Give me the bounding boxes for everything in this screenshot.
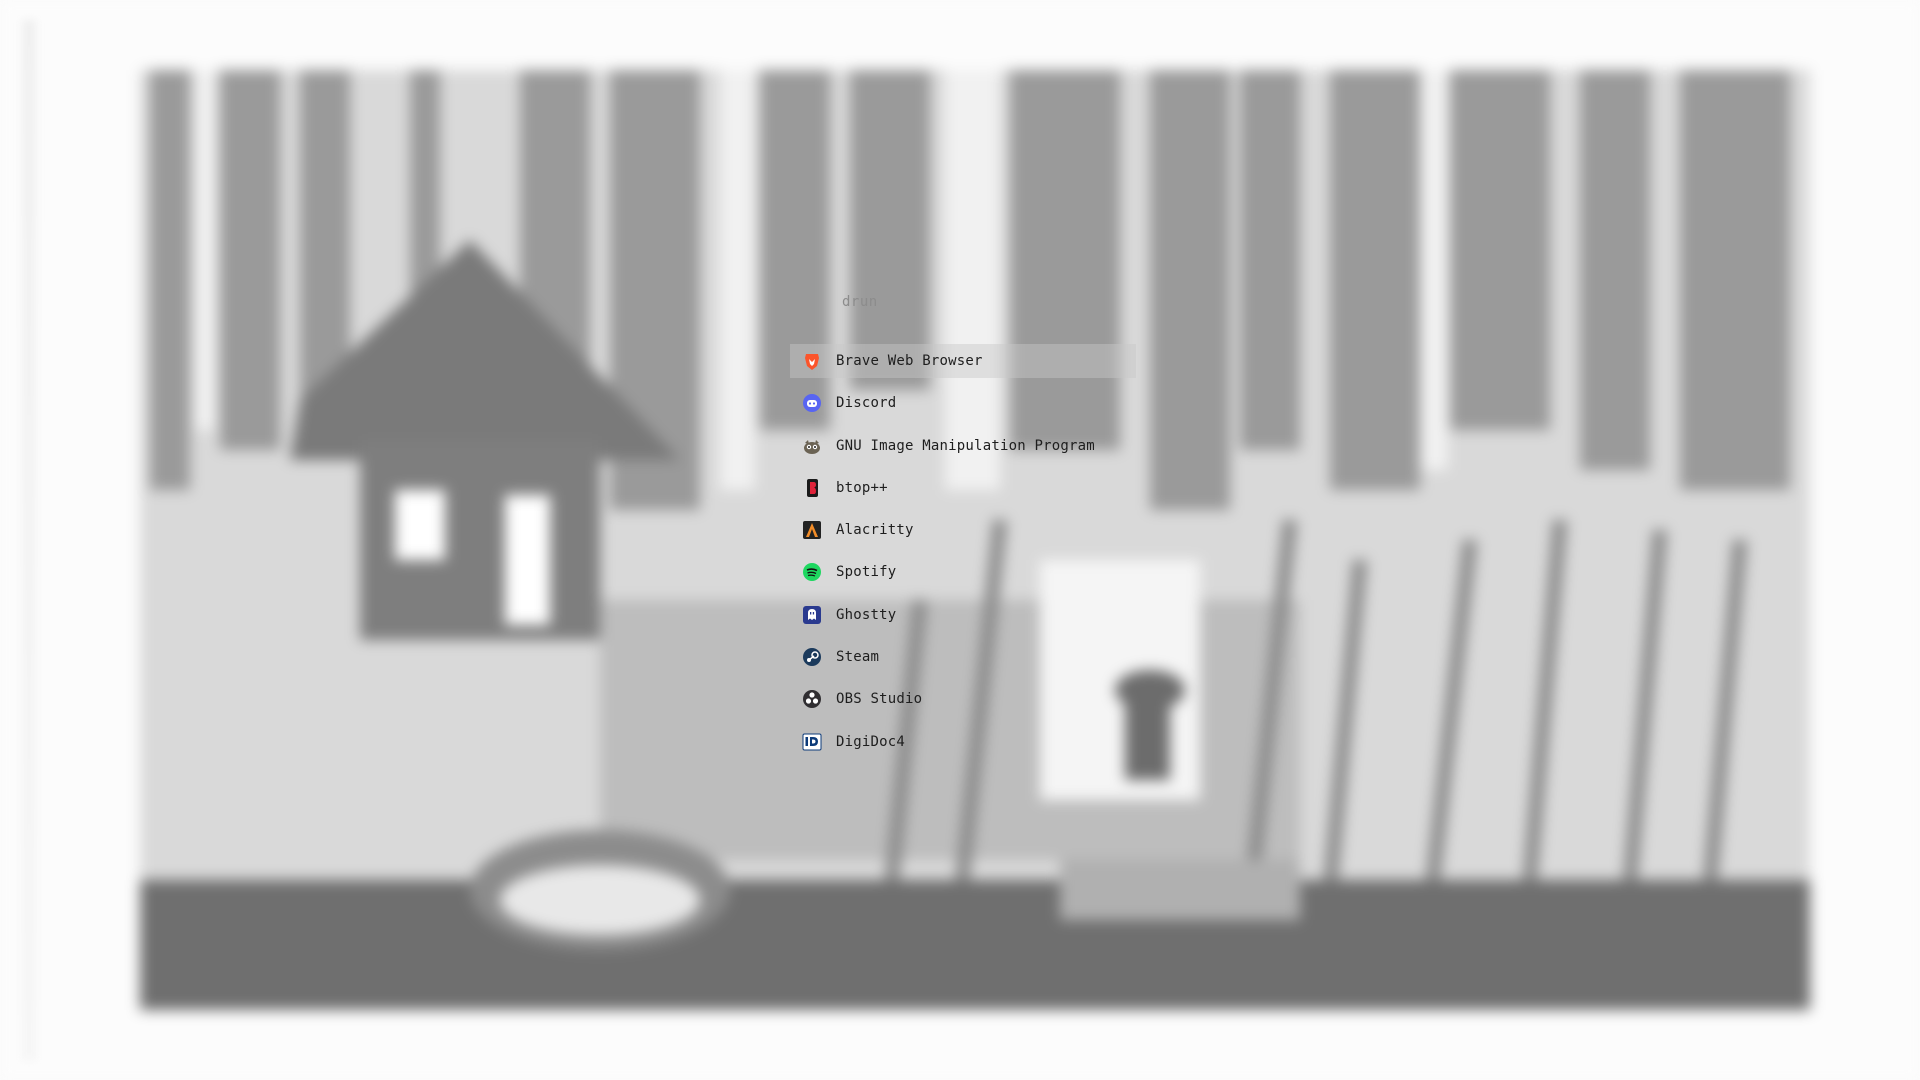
desktop: drun Brave Web Browser Discord GNU Image… <box>0 0 1920 1080</box>
entry-label: OBS Studio <box>836 691 923 708</box>
list-item-steam[interactable]: Steam <box>790 640 1136 674</box>
app-launcher: drun Brave Web Browser Discord GNU Image… <box>790 280 1136 760</box>
entry-label: Alacritty <box>836 522 914 539</box>
entry-label: Discord <box>836 395 897 412</box>
discord-icon <box>802 393 822 413</box>
list-item-digidoc[interactable]: DigiDoc4 <box>790 725 1136 759</box>
obs-icon <box>802 689 822 709</box>
entry-list: Brave Web Browser Discord GNU Image Mani… <box>790 344 1136 767</box>
list-item-ghostty[interactable]: Ghostty <box>790 598 1136 632</box>
mode-label: drun <box>842 294 878 310</box>
entry-label: Spotify <box>836 564 897 581</box>
list-item-gimp[interactable]: GNU Image Manipulation Program <box>790 429 1136 463</box>
entry-label: btop++ <box>836 479 888 496</box>
entry-label: Steam <box>836 649 880 666</box>
digidoc-icon <box>802 732 822 752</box>
list-item-btop[interactable]: btop++ <box>790 471 1136 505</box>
brave-icon <box>802 351 822 371</box>
btop-icon <box>802 478 822 498</box>
spotify-icon <box>802 562 822 582</box>
alacritty-icon <box>802 520 822 540</box>
ghostty-icon <box>802 605 822 625</box>
steam-icon <box>802 647 822 667</box>
list-item-alacritty[interactable]: Alacritty <box>790 513 1136 547</box>
entry-label: Brave Web Browser <box>836 353 983 369</box>
gimp-icon <box>802 436 822 456</box>
list-item-brave[interactable]: Brave Web Browser <box>790 344 1136 378</box>
entry-label: GNU Image Manipulation Program <box>836 437 1095 454</box>
entry-label: Ghostty <box>836 606 897 623</box>
left-edge-bar <box>22 20 36 1060</box>
entry-label: DigiDoc4 <box>836 733 906 750</box>
list-item-discord[interactable]: Discord <box>790 386 1136 420</box>
list-item-obs[interactable]: OBS Studio <box>790 682 1136 716</box>
list-item-spotify[interactable]: Spotify <box>790 555 1136 589</box>
